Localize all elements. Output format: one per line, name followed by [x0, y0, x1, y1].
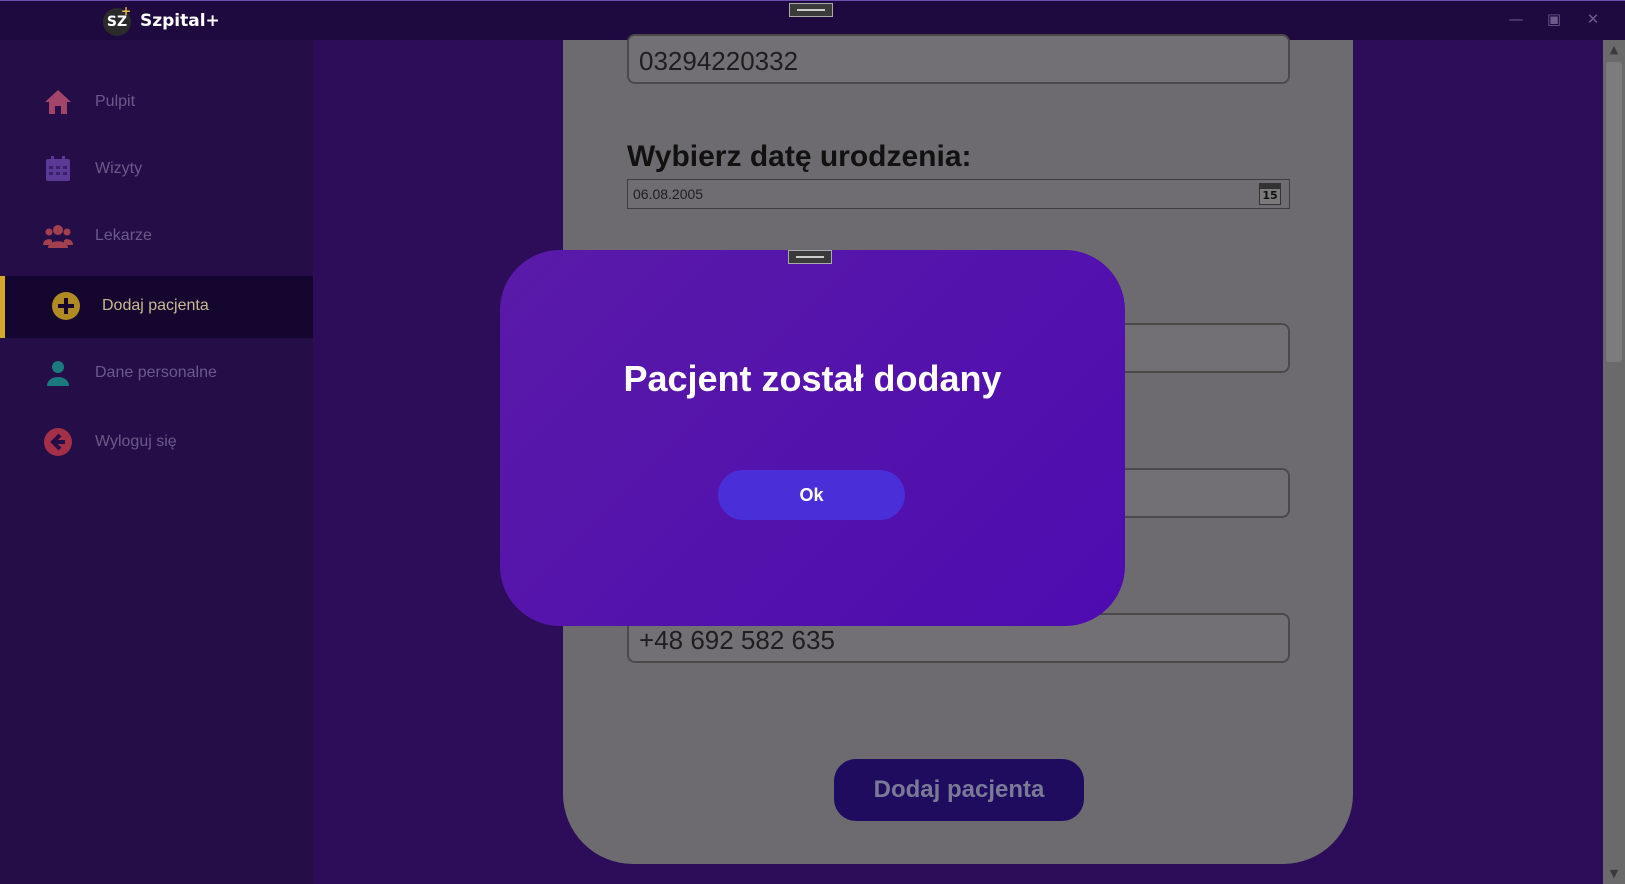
sidebar-item-lekarze[interactable]: Lekarze	[0, 206, 313, 268]
sidebar-item-label: Dane personalne	[95, 364, 217, 381]
add-patient-button[interactable]: Dodaj pacjenta	[834, 759, 1084, 821]
sidebar-item-dodaj-pacjenta[interactable]: Dodaj pacjenta	[0, 276, 313, 338]
scrollbar[interactable]: ▲ ▼	[1603, 40, 1625, 884]
scroll-down-arrow-icon[interactable]: ▼	[1603, 866, 1625, 882]
birthdate-picker[interactable]: 06.08.2005 15	[627, 179, 1290, 209]
arrow-left-circle-icon	[42, 427, 74, 459]
app-logo-plus: +	[121, 4, 132, 18]
sidebar-item-wyloguj[interactable]: Wyloguj się	[0, 412, 313, 474]
birthdate-label: Wybierz datę urodzenia:	[627, 140, 972, 173]
sidebar-item-label: Pulpit	[95, 93, 136, 110]
phone-value: +48 692 582 635	[639, 625, 835, 655]
user-icon	[42, 358, 74, 390]
dialog-drag-handle[interactable]	[788, 250, 832, 264]
calendar-picker-icon[interactable]: 15	[1259, 183, 1281, 205]
window-drag-handle[interactable]	[789, 3, 833, 17]
pesel-field[interactable]: 03294220332	[627, 34, 1290, 84]
close-button[interactable]: ✕	[1583, 9, 1603, 29]
sidebar-item-label: Wyloguj się	[95, 433, 177, 450]
sidebar-item-dane-personalne[interactable]: Dane personalne	[0, 343, 313, 405]
confirmation-dialog: Pacjent został dodany Ok	[500, 250, 1125, 626]
pesel-value: 03294220332	[639, 46, 799, 76]
sidebar: Pulpit Wizyty Lekarze Dodaj pacjenta Dan…	[0, 40, 313, 884]
birthdate-value: 06.08.2005	[633, 186, 704, 202]
sidebar-item-label: Dodaj pacjenta	[102, 297, 209, 314]
app-title: Szpital+	[140, 11, 220, 31]
sidebar-item-pulpit[interactable]: Pulpit	[0, 72, 313, 134]
dialog-title: Pacjent został dodany	[623, 358, 1002, 399]
scrollbar-thumb[interactable]	[1606, 62, 1622, 362]
ok-button[interactable]: Ok	[718, 470, 905, 520]
sidebar-item-label: Wizyty	[95, 160, 143, 177]
sidebar-item-wizyty[interactable]: Wizyty	[0, 139, 313, 201]
calendar-icon	[42, 154, 74, 186]
scroll-up-arrow-icon[interactable]: ▲	[1603, 42, 1625, 58]
minimize-button[interactable]: —	[1506, 9, 1526, 29]
home-icon	[42, 87, 74, 119]
sidebar-item-label: Lekarze	[95, 227, 152, 244]
maximize-button[interactable]: ▣	[1544, 9, 1564, 29]
users-icon	[42, 221, 74, 253]
plus-circle-icon	[50, 291, 82, 323]
